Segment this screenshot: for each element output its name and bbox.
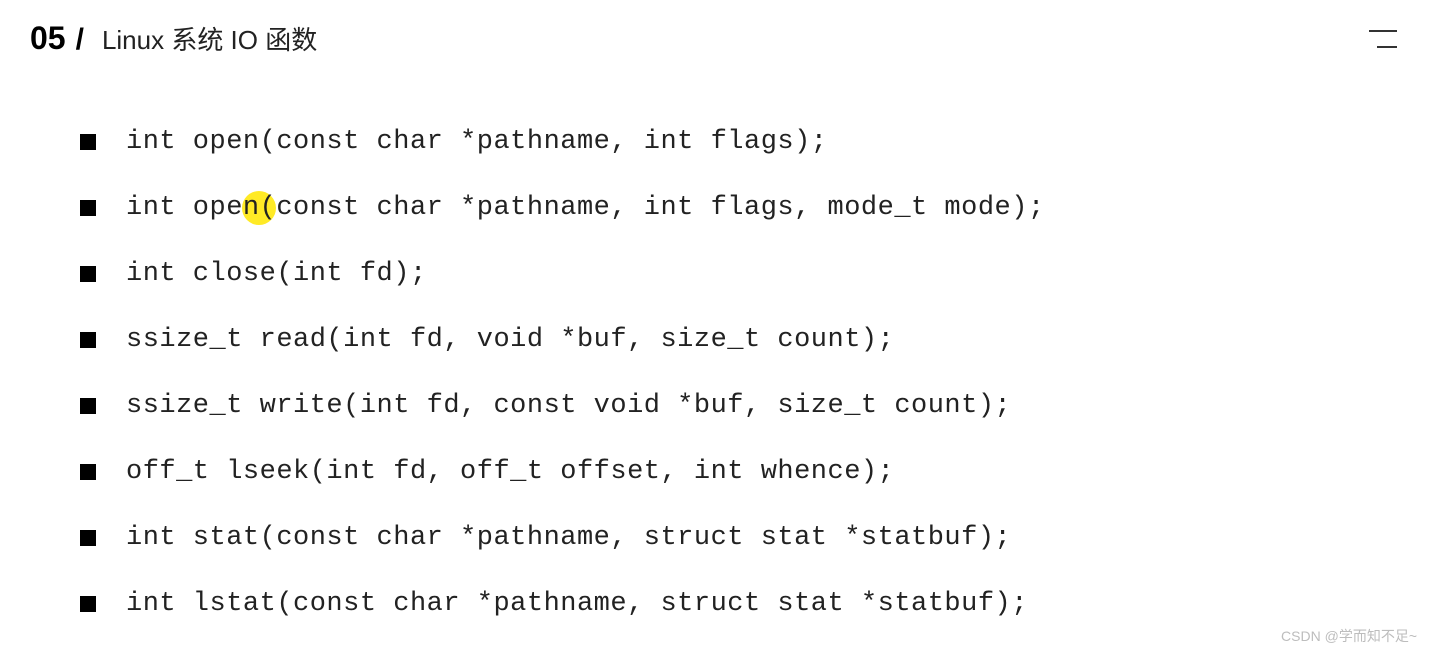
code-text: int lstat(const char *pathname, struct s…	[126, 589, 1028, 619]
code-text: int open(const char *pathname, int flags…	[126, 193, 1045, 223]
bullet-icon	[80, 266, 96, 282]
code-text: int close(int fd);	[126, 259, 427, 289]
bullet-icon	[80, 134, 96, 150]
bullet-icon	[80, 596, 96, 612]
code-text: ssize_t read(int fd, void *buf, size_t c…	[126, 325, 894, 355]
bullet-icon	[80, 332, 96, 348]
bullet-icon	[80, 200, 96, 216]
code-text: int open(const char *pathname, int flags…	[126, 127, 828, 157]
function-list: int open(const char *pathname, int flags…	[0, 67, 1437, 619]
bullet-icon	[80, 530, 96, 546]
list-item: off_t lseek(int fd, off_t offset, int wh…	[80, 457, 1377, 487]
slide-slash: /	[76, 23, 84, 57]
slide-title: Linux 系统 IO 函数	[102, 20, 317, 57]
code-text: int stat(const char *pathname, struct st…	[126, 523, 1011, 553]
list-item: int lstat(const char *pathname, struct s…	[80, 589, 1377, 619]
list-item: int open(const char *pathname, int flags…	[80, 193, 1377, 223]
list-item: int close(int fd);	[80, 259, 1377, 289]
header-left: 05 / Linux 系统 IO 函数	[30, 20, 317, 57]
code-text: ssize_t write(int fd, const void *buf, s…	[126, 391, 1011, 421]
slide-header: 05 / Linux 系统 IO 函数	[0, 0, 1437, 67]
bullet-icon	[80, 398, 96, 414]
watermark: CSDN @学而知不足~	[1281, 626, 1417, 646]
list-item: int open(const char *pathname, int flags…	[80, 127, 1377, 157]
list-item: ssize_t write(int fd, const void *buf, s…	[80, 391, 1377, 421]
slide-number: 05	[30, 20, 66, 57]
code-text: off_t lseek(int fd, off_t offset, int wh…	[126, 457, 894, 487]
list-item: ssize_t read(int fd, void *buf, size_t c…	[80, 325, 1377, 355]
menu-icon[interactable]	[1369, 30, 1397, 48]
bullet-icon	[80, 464, 96, 480]
list-item: int stat(const char *pathname, struct st…	[80, 523, 1377, 553]
